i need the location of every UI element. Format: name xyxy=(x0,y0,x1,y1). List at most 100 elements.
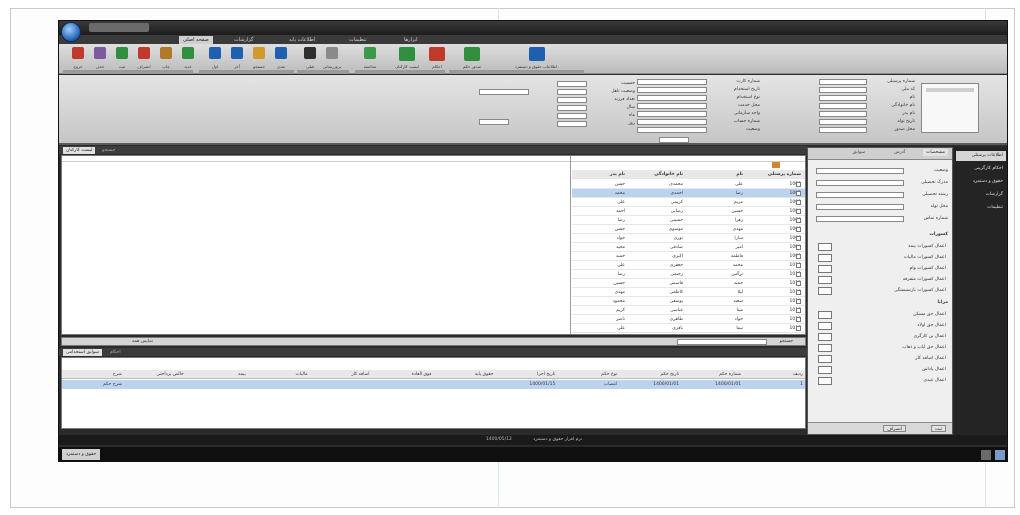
benefit-option[interactable]: اعمال حق اولاد xyxy=(818,321,946,331)
benefit-option[interactable]: اعمال عیدی xyxy=(818,376,946,386)
nav-item[interactable]: گزارشات xyxy=(956,190,1006,200)
option-value-box[interactable] xyxy=(818,322,832,330)
grid-column-header[interactable]: نام پدر xyxy=(570,170,625,179)
grid-column-header[interactable]: نام خانوادگی xyxy=(628,170,683,179)
row-checkbox[interactable] xyxy=(796,317,801,322)
form-field[interactable] xyxy=(637,127,707,133)
table-row[interactable]: 1009فاطمه اکبری حمید xyxy=(572,252,805,261)
grid-column-header[interactable]: نام xyxy=(688,170,743,179)
form-field[interactable] xyxy=(637,119,707,125)
benefit-option[interactable]: اعمال پاداش xyxy=(818,365,946,375)
table-row[interactable]: 1008امیر صادقی مجید xyxy=(572,243,805,252)
form-field[interactable] xyxy=(819,119,867,125)
form-field[interactable] xyxy=(819,79,867,85)
benefit-option[interactable]: اعمال حق مسکن xyxy=(818,310,946,320)
detail-tab[interactable]: آدرس xyxy=(891,149,908,156)
ribbon-tab-home[interactable]: صفحه اصلی xyxy=(179,36,213,44)
form-field[interactable] xyxy=(637,111,707,117)
table-row[interactable]: 1012حمید قاسمی حسین xyxy=(572,279,805,288)
ribbon-button[interactable]: ثبت اطلاعات حقوق و دستمزد xyxy=(515,46,559,72)
row-checkbox[interactable] xyxy=(796,191,801,196)
ribbon-button[interactable]: جدید xyxy=(177,46,199,72)
ribbon-button[interactable]: بروزرسانی xyxy=(321,46,343,72)
table-row[interactable]: 1001علی محمدی حسن xyxy=(572,180,805,189)
row-checkbox[interactable] xyxy=(796,281,801,286)
detail-field[interactable] xyxy=(816,216,904,222)
form-field[interactable] xyxy=(557,81,587,87)
ribbon-tab-reports[interactable]: گزارشات xyxy=(234,36,253,44)
table-row[interactable]: 1003مریم کریمی علی xyxy=(572,198,805,207)
combo-field[interactable] xyxy=(479,119,509,125)
detail-field[interactable] xyxy=(816,168,904,174)
show-all-label[interactable]: نمایش همه xyxy=(132,338,153,346)
option-value-box[interactable] xyxy=(818,276,832,284)
option-value-box[interactable] xyxy=(818,355,832,363)
deduction-option[interactable]: اعمال کسورات بیمه xyxy=(818,242,946,252)
row-checkbox[interactable] xyxy=(796,236,801,241)
tray-icon[interactable] xyxy=(995,450,1005,460)
form-field[interactable] xyxy=(637,103,707,109)
table-row[interactable]: 1006مهدی موسوی حسن xyxy=(572,225,805,234)
table-row[interactable]: 1004حسین رضایی احمد xyxy=(572,207,805,216)
form-field[interactable] xyxy=(637,79,707,85)
form-field[interactable] xyxy=(819,87,867,93)
grid-column-header[interactable]: فوق العاده xyxy=(372,370,432,379)
option-value-box[interactable] xyxy=(818,333,832,341)
row-checkbox[interactable] xyxy=(796,263,801,268)
employee-photo[interactable] xyxy=(921,83,979,133)
form-field[interactable] xyxy=(819,95,867,101)
row-checkbox[interactable] xyxy=(796,245,801,250)
table-row[interactable]: 1011نرگس رحیمی رضا xyxy=(572,270,805,279)
grid-column-header[interactable]: شماره حکم xyxy=(681,370,741,379)
option-value-box[interactable] xyxy=(818,254,832,262)
grid-column-header[interactable]: ردیف xyxy=(743,370,803,379)
benefit-option[interactable]: اعمال حق ایاب و ذهاب xyxy=(818,343,946,353)
grid-column-header[interactable]: مالیات xyxy=(248,370,308,379)
detail-field[interactable] xyxy=(816,204,904,210)
form-field[interactable] xyxy=(557,89,587,95)
nav-item[interactable]: تنظیمات xyxy=(956,203,1006,213)
nav-item[interactable]: حقوق و دستمزد xyxy=(956,177,1006,187)
row-checkbox[interactable] xyxy=(796,200,801,205)
table-row[interactable]: 1 1400/01/01 1400/01/01 انتصاب 1400/01/15 شرح… xyxy=(62,380,805,389)
option-value-box[interactable] xyxy=(818,287,832,295)
grid-column-header[interactable]: تاریخ حکم xyxy=(619,370,680,379)
row-checkbox[interactable] xyxy=(796,209,801,214)
option-value-box[interactable] xyxy=(818,377,832,385)
table-row[interactable]: 1007سارا نوری جواد xyxy=(572,234,805,243)
row-checkbox[interactable] xyxy=(796,227,801,232)
app-menu-button[interactable] xyxy=(61,22,81,42)
form-field[interactable] xyxy=(637,87,707,93)
table-row[interactable]: 1015مینا عباسی کریم xyxy=(572,306,805,315)
option-value-box[interactable] xyxy=(818,344,832,352)
tray-icon[interactable] xyxy=(981,450,991,460)
detail-field[interactable] xyxy=(816,180,904,186)
form-field[interactable] xyxy=(819,103,867,109)
ribbon-tab-settings[interactable]: تنظیمات xyxy=(349,36,367,44)
grid-column-header[interactable]: خالص پرداختی xyxy=(124,370,183,379)
form-field[interactable] xyxy=(557,113,587,119)
row-checkbox[interactable] xyxy=(796,299,801,304)
form-field[interactable] xyxy=(819,127,867,133)
deduction-option[interactable]: اعمال کسورات مالیات xyxy=(818,253,946,263)
row-checkbox[interactable] xyxy=(796,290,801,295)
taskbar-app-button[interactable]: حقوق و دستمزد xyxy=(62,449,101,460)
table-row[interactable]: 1005زهرا حسینی رضا xyxy=(572,216,805,225)
detail-footer-button[interactable]: انصراف xyxy=(883,425,906,432)
table-row[interactable]: 1014سعید یوسفی محمود xyxy=(572,297,805,306)
table-row[interactable]: 1016جواد طاهری ناصر xyxy=(572,315,805,324)
ribbon-button[interactable]: محاسبه xyxy=(359,46,381,72)
form-field[interactable] xyxy=(819,111,867,117)
tab-search[interactable]: جستجو xyxy=(99,147,118,154)
detail-field[interactable] xyxy=(816,192,904,198)
option-value-box[interactable] xyxy=(818,243,832,251)
tab-employment-history[interactable]: سوابق استخدامی xyxy=(63,349,102,356)
nav-item[interactable]: احکام کارگزینی xyxy=(956,164,1006,174)
form-field[interactable] xyxy=(637,95,707,101)
nav-item[interactable]: اطلاعات پرسنلی xyxy=(956,151,1006,161)
option-value-box[interactable] xyxy=(818,366,832,374)
ribbon-tab-tools[interactable]: ابزارها xyxy=(404,36,418,44)
row-checkbox[interactable] xyxy=(796,308,801,313)
grid-column-header[interactable]: شماره پرسنلی xyxy=(746,170,801,179)
option-value-box[interactable] xyxy=(818,265,832,273)
